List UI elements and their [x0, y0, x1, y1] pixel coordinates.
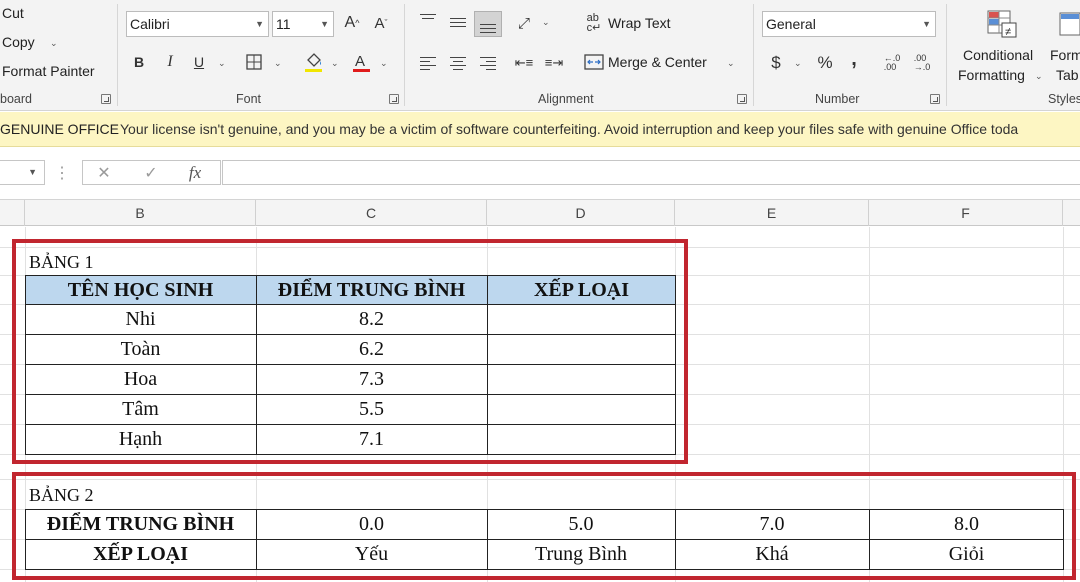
highlight-box-table2: [12, 472, 1076, 580]
align-left-icon[interactable]: [420, 57, 436, 71]
increase-font-size-icon[interactable]: A ^: [342, 12, 362, 34]
orientation-icon[interactable]: ⤢: [513, 12, 535, 34]
merge-dropdown-icon[interactable]: ⌄: [727, 58, 735, 69]
column-header-d[interactable]: D: [487, 200, 675, 226]
decrease-indent-icon[interactable]: ⇤≡: [513, 53, 535, 73]
styles-group-label: Styles: [1048, 92, 1080, 106]
chevron-down-icon: ▼: [255, 19, 264, 29]
formula-bar: ▼ ⋮ ✕ ✓ fx: [0, 148, 1080, 194]
align-center-icon[interactable]: [450, 57, 466, 71]
group-separator: [117, 4, 118, 106]
conditional-formatting-label-2[interactable]: Formatting: [958, 67, 1025, 83]
chevron-down-icon: ▼: [922, 19, 931, 29]
merge-center-icon[interactable]: [583, 51, 605, 73]
enter-icon[interactable]: ✓: [140, 162, 162, 184]
chevron-down-icon: ▼: [320, 19, 329, 29]
highlight-box-table1: [12, 239, 688, 464]
number-format-select[interactable]: General ▼: [762, 11, 936, 37]
format-painter-button[interactable]: Format Painter: [2, 63, 95, 79]
font-name-select[interactable]: Calibri ▼: [126, 11, 269, 37]
group-separator: [753, 4, 754, 106]
increase-decimal-icon[interactable]: ←.0.00: [881, 52, 903, 74]
column-header-b[interactable]: B: [25, 200, 256, 226]
format-as-table-label-2[interactable]: Tab: [1056, 67, 1079, 83]
italic-button[interactable]: I: [161, 51, 179, 73]
alignment-group-label: Alignment: [538, 92, 594, 106]
cancel-icon[interactable]: ✕: [93, 162, 115, 184]
merge-center-button[interactable]: Merge & Center: [608, 54, 707, 70]
column-headers: B C D E F: [0, 199, 1080, 226]
number-group-label: Number: [815, 92, 860, 106]
font-group-label: Font: [236, 92, 262, 106]
name-box[interactable]: ▼: [0, 160, 45, 185]
conditional-formatting-dropdown-icon[interactable]: ⌄: [1035, 71, 1043, 82]
font-size-value: 11: [276, 16, 291, 32]
alignment-launcher-icon[interactable]: [737, 94, 747, 104]
font-size-select[interactable]: 11 ▼: [272, 11, 334, 37]
ribbon: Cut Copy ⌄ Format Painter board Calibri …: [0, 0, 1080, 111]
currency-button[interactable]: $: [767, 52, 785, 74]
license-message: Your license isn't genuine, and you may …: [120, 121, 1019, 137]
bottom-align-button[interactable]: [474, 11, 502, 37]
column-header-c[interactable]: C: [256, 200, 487, 226]
number-launcher-icon[interactable]: [930, 94, 940, 104]
group-separator: [946, 4, 947, 106]
wrap-text-button[interactable]: Wrap Text: [608, 15, 671, 31]
formula-buttons: ✕ ✓ fx: [82, 160, 221, 185]
clipboard-group-label: board: [0, 92, 32, 106]
conditional-formatting-icon[interactable]: ≠: [985, 8, 1019, 40]
license-warning-bar: GENUINE OFFICE Your license isn't genuin…: [0, 112, 1080, 147]
conditional-formatting-label-1[interactable]: Conditional: [963, 47, 1033, 63]
number-format-value: General: [766, 16, 816, 32]
svg-text:A: A: [355, 53, 365, 70]
decrease-decimal-icon[interactable]: .00 →.0: [911, 52, 933, 74]
currency-dropdown-icon[interactable]: ⌄: [794, 58, 802, 69]
worksheet-grid[interactable]: BẢNG 1 TÊN HỌC SINH ĐIỂM TRUNG BÌNH XẾP …: [0, 227, 1080, 582]
license-tag: GENUINE OFFICE: [0, 121, 120, 137]
column-header-f[interactable]: F: [869, 200, 1063, 226]
svg-text:≠: ≠: [1005, 26, 1011, 38]
cut-button[interactable]: Cut: [2, 5, 24, 21]
fill-color-dropdown-icon[interactable]: ⌄: [331, 58, 339, 69]
underline-button[interactable]: U: [190, 51, 208, 73]
insert-function-icon[interactable]: fx: [183, 162, 207, 184]
font-name-value: Calibri: [130, 16, 170, 32]
underline-dropdown-icon[interactable]: ⌄: [218, 58, 226, 69]
formula-input[interactable]: [222, 160, 1080, 185]
copy-dropdown-icon[interactable]: ⌄: [50, 38, 58, 49]
comma-button[interactable]: ,: [846, 48, 862, 70]
increase-indent-icon[interactable]: ≡⇥: [543, 53, 565, 73]
column-header-e[interactable]: E: [675, 200, 869, 226]
fill-color-icon[interactable]: [301, 49, 325, 75]
font-launcher-icon[interactable]: [389, 94, 399, 104]
chevron-down-icon: ▼: [28, 167, 37, 177]
percent-button[interactable]: %: [815, 52, 835, 74]
drag-handle-icon[interactable]: ⋮: [54, 162, 70, 184]
middle-align-icon[interactable]: [450, 16, 466, 28]
borders-dropdown-icon[interactable]: ⌄: [274, 58, 282, 69]
align-right-icon[interactable]: [480, 57, 496, 71]
orientation-dropdown-icon[interactable]: ⌄: [542, 17, 550, 28]
group-separator: [404, 4, 405, 106]
clipboard-launcher-icon[interactable]: [101, 94, 111, 104]
borders-icon[interactable]: [243, 51, 265, 73]
font-color-dropdown-icon[interactable]: ⌄: [380, 58, 388, 69]
select-all-corner[interactable]: [0, 200, 25, 226]
copy-button[interactable]: Copy: [2, 34, 35, 50]
decrease-font-size-icon[interactable]: Aˇ: [371, 12, 391, 34]
format-as-table-icon[interactable]: [1058, 10, 1080, 38]
font-color-icon[interactable]: A: [350, 49, 372, 75]
wrap-text-icon[interactable]: ab c↵: [583, 12, 605, 34]
bold-button[interactable]: B: [130, 51, 148, 73]
top-align-icon[interactable]: [420, 14, 436, 26]
format-as-table-label-1[interactable]: Form: [1050, 47, 1080, 63]
